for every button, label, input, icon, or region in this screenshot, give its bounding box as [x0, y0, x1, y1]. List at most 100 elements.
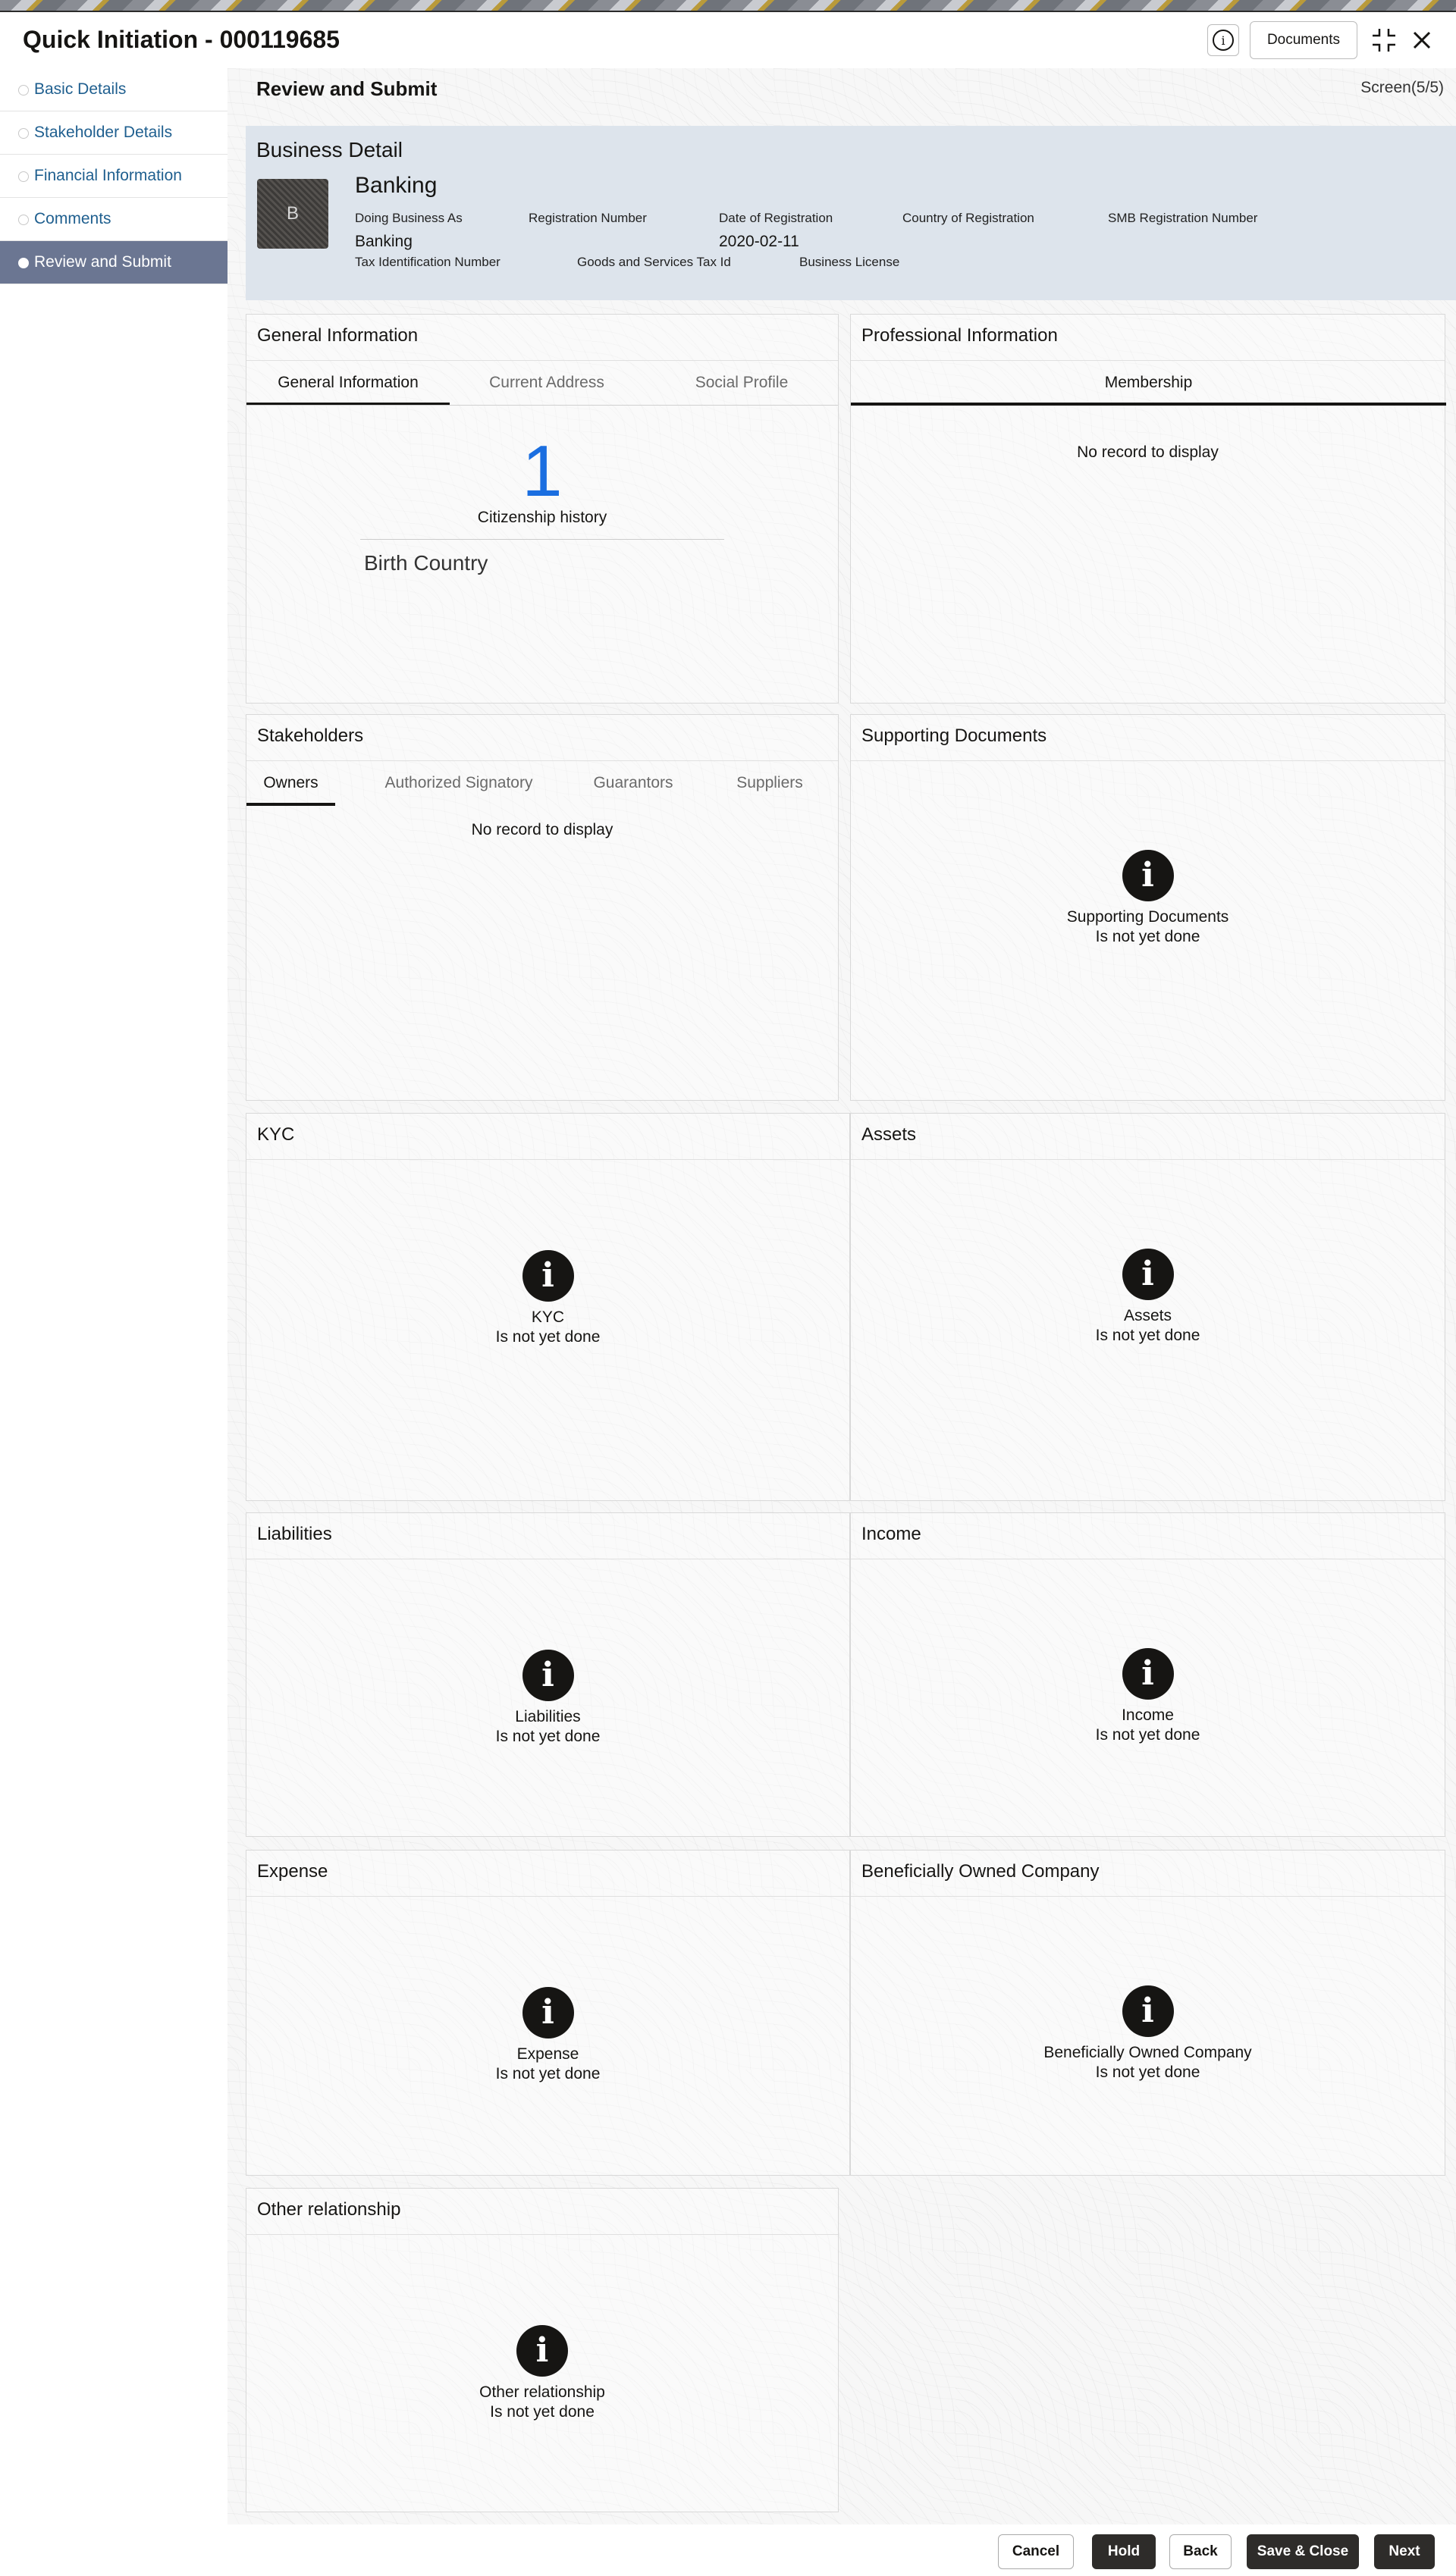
beneficially-owned-company-card: Beneficially Owned Company i Beneficiall… [850, 1850, 1445, 2176]
sidebar-item-review-and-submit[interactable]: Review and Submit [0, 241, 228, 284]
registration-number-label: Registration Number [529, 211, 647, 225]
collapse-icon[interactable] [1371, 27, 1397, 53]
not-done-state: i Supporting Documents Is not yet done [851, 850, 1445, 947]
card-divider [246, 1159, 849, 1160]
liabilities-card: Liabilities i Liabilities Is not yet don… [246, 1512, 850, 1837]
card-title: General Information [257, 325, 419, 346]
info-icon: i [522, 1987, 574, 2039]
card-divider [246, 2234, 838, 2235]
not-done-state: i Assets Is not yet done [851, 1249, 1445, 1346]
cancel-button[interactable]: Cancel [998, 2534, 1074, 2569]
not-done-text: Is not yet done [1095, 928, 1200, 945]
not-done-text: Is not yet done [490, 2403, 595, 2421]
sidebar-item-comments[interactable]: Comments [0, 198, 228, 241]
sidebar-item-label: Comments [34, 210, 111, 227]
section-name: Assets [1123, 1307, 1172, 1324]
business-detail-heading: Business Detail [256, 138, 403, 161]
info-icon: i [1122, 1648, 1174, 1700]
section-name: Expense [516, 2045, 579, 2063]
window-header: Quick Initiation - 000119685 i Documents [0, 12, 1456, 69]
tax-id-label: Tax Identification Number [355, 255, 500, 269]
info-icon: i [522, 1650, 574, 1701]
business-name: Banking [355, 173, 438, 198]
card-title: Beneficially Owned Company [861, 1861, 1100, 1882]
citizenship-label: Citizenship history [477, 509, 607, 526]
tab-guarantors[interactable]: Guarantors [573, 760, 694, 806]
hold-button[interactable]: Hold [1092, 2534, 1156, 2569]
card-title: KYC [257, 1124, 295, 1145]
income-card: Income i Income Is not yet done [850, 1512, 1445, 1837]
sidebar-item-financial-information[interactable]: Financial Information [0, 155, 228, 198]
gst-id-label: Goods and Services Tax Id [577, 255, 731, 269]
info-icon: i [1122, 1249, 1174, 1300]
tab-current-address[interactable]: Current Address [450, 360, 644, 406]
not-done-text: Is not yet done [1095, 2064, 1200, 2081]
info-icon: i [1122, 850, 1174, 901]
card-divider [851, 1159, 1445, 1160]
not-done-text: Is not yet done [495, 2065, 601, 2082]
card-divider [246, 1896, 849, 1897]
card-title: Expense [257, 1861, 328, 1882]
section-name: Beneficially Owned Company [1043, 2044, 1252, 2061]
dba-label: Doing Business As [355, 211, 463, 225]
save-close-button[interactable]: Save & Close [1247, 2534, 1359, 2569]
country-of-registration-label: Country of Registration [902, 211, 1034, 225]
tab-general-information[interactable]: General Information [246, 360, 450, 406]
birth-country-label: Birth Country [364, 551, 488, 575]
info-icon: i [1213, 30, 1234, 51]
tab-social-profile[interactable]: Social Profile [644, 360, 839, 406]
card-divider [851, 1896, 1445, 1897]
info-icon: i [522, 1250, 574, 1302]
tab-membership[interactable]: Membership [851, 360, 1446, 406]
card-title: Other relationship [257, 2199, 401, 2220]
smb-registration-label: SMB Registration Number [1108, 211, 1258, 225]
sidebar-item-stakeholder-details[interactable]: Stakeholder Details [0, 111, 228, 155]
sidebar-item-basic-details[interactable]: Basic Details [0, 68, 228, 111]
card-title: Professional Information [861, 325, 1058, 346]
card-title: Liabilities [257, 1524, 332, 1544]
section-name: Supporting Documents [1066, 908, 1229, 926]
dba-value: Banking [355, 233, 413, 250]
not-done-text: Is not yet done [1095, 1726, 1200, 1744]
step-dot-icon [18, 215, 29, 225]
not-done-text: Is not yet done [1095, 1327, 1200, 1344]
back-button[interactable]: Back [1169, 2534, 1232, 2569]
card-title: Assets [861, 1124, 917, 1145]
info-button[interactable]: i [1207, 24, 1239, 56]
step-dot-icon [18, 258, 29, 268]
professional-tabs: Membership [851, 360, 1446, 406]
info-icon: i [1122, 1985, 1174, 2037]
step-dot-icon [18, 85, 29, 96]
next-button[interactable]: Next [1374, 2534, 1435, 2569]
documents-button[interactable]: Documents [1250, 21, 1357, 59]
not-done-text: Is not yet done [495, 1328, 601, 1346]
empty-state-text: No record to display [471, 821, 613, 838]
not-done-text: Is not yet done [495, 1728, 601, 1745]
general-information-card: General Information General Information … [246, 314, 839, 704]
avatar: B [257, 179, 328, 249]
not-done-state: i KYC Is not yet done [246, 1250, 849, 1347]
page-title: Review and Submit [256, 77, 438, 100]
card-title: Supporting Documents [861, 725, 1047, 746]
tab-suppliers[interactable]: Suppliers [709, 760, 830, 806]
other-relationship-card: Other relationship i Other relationship … [246, 2188, 839, 2512]
section-name: Liabilities [515, 1708, 581, 1725]
close-icon[interactable] [1409, 27, 1435, 53]
info-icon: i [516, 2325, 568, 2377]
tab-authorized-signatory[interactable]: Authorized Signatory [360, 760, 557, 806]
section-divider [360, 539, 724, 540]
step-dot-icon [18, 128, 29, 139]
stakeholders-card: Stakeholders Owners Authorized Signatory… [246, 714, 839, 1101]
registration-date-label: Date of Registration [719, 211, 833, 225]
assets-card: Assets i Assets Is not yet done [850, 1113, 1445, 1501]
sidebar-item-label: Review and Submit [34, 253, 171, 271]
section-name: KYC [531, 1308, 565, 1326]
business-detail-panel: Business Detail B Banking Doing Business… [246, 126, 1456, 300]
card-title: Stakeholders [257, 725, 364, 746]
tab-owners[interactable]: Owners [246, 760, 335, 806]
professional-information-card: Professional Information Membership No r… [850, 314, 1446, 704]
not-done-state: i Beneficially Owned Company Is not yet … [851, 1985, 1445, 2082]
empty-state-text: No record to display [1077, 443, 1219, 461]
not-done-state: i Liabilities Is not yet done [246, 1650, 849, 1747]
general-tabs: General Information Current Address Soci… [246, 360, 838, 406]
